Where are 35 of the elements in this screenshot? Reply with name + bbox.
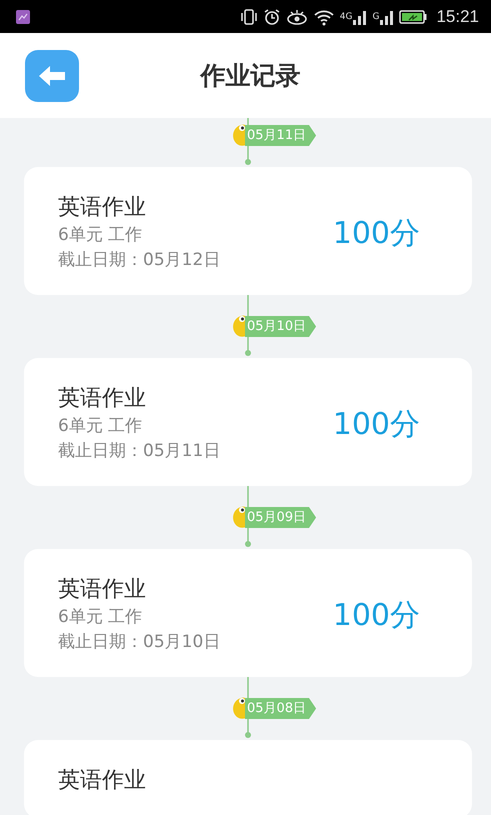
homework-card[interactable]: 英语作业 6单元 工作 截止日期：05月10日 100分 [24,549,472,677]
vibrate-icon [240,8,258,24]
network-label: G [372,12,380,22]
deadline-text: 截止日期：05月11日 [58,440,220,463]
date-tag: 05月10日 [245,316,316,337]
page-title: 作业记录 [200,60,300,92]
date-tag: 05月11日 [245,125,316,146]
homework-unit: 6单元 工作 [58,415,144,438]
date-tag: 05月08日 [245,698,316,719]
homework-title: 英语作业 [58,576,147,604]
eye-icon [286,8,308,26]
signal-icon [380,8,394,24]
network-label: 4G [340,12,352,22]
signal-icon [353,8,368,24]
homework-card[interactable]: 英语作业 [24,740,472,815]
homework-card[interactable]: 英语作业 6单元 工作 截止日期：05月12日 100分 [24,167,472,295]
deadline-text: 截止日期：05月10日 [58,631,220,654]
deadline-text: 截止日期：05月12日 [58,249,220,272]
homework-title: 英语作业 [58,194,147,222]
battery-icon [399,10,428,24]
wifi-icon [312,8,335,26]
clock: 15:21 [436,6,479,26]
alarm-icon [262,8,281,26]
homework-unit: 6单元 工作 [58,606,144,629]
homework-unit: 6单元 工作 [58,224,144,247]
score: 100分 [332,214,420,252]
back-arrow-icon [37,64,67,88]
gallery-icon [16,10,30,24]
homework-title: 英语作业 [58,385,147,413]
score: 100分 [332,406,420,444]
date-tag: 05月09日 [245,507,316,528]
back-button[interactable] [25,50,79,102]
homework-card[interactable]: 英语作业 6单元 工作 截止日期：05月11日 100分 [24,358,472,486]
score: 100分 [332,596,420,634]
homework-title: 英语作业 [58,767,146,795]
